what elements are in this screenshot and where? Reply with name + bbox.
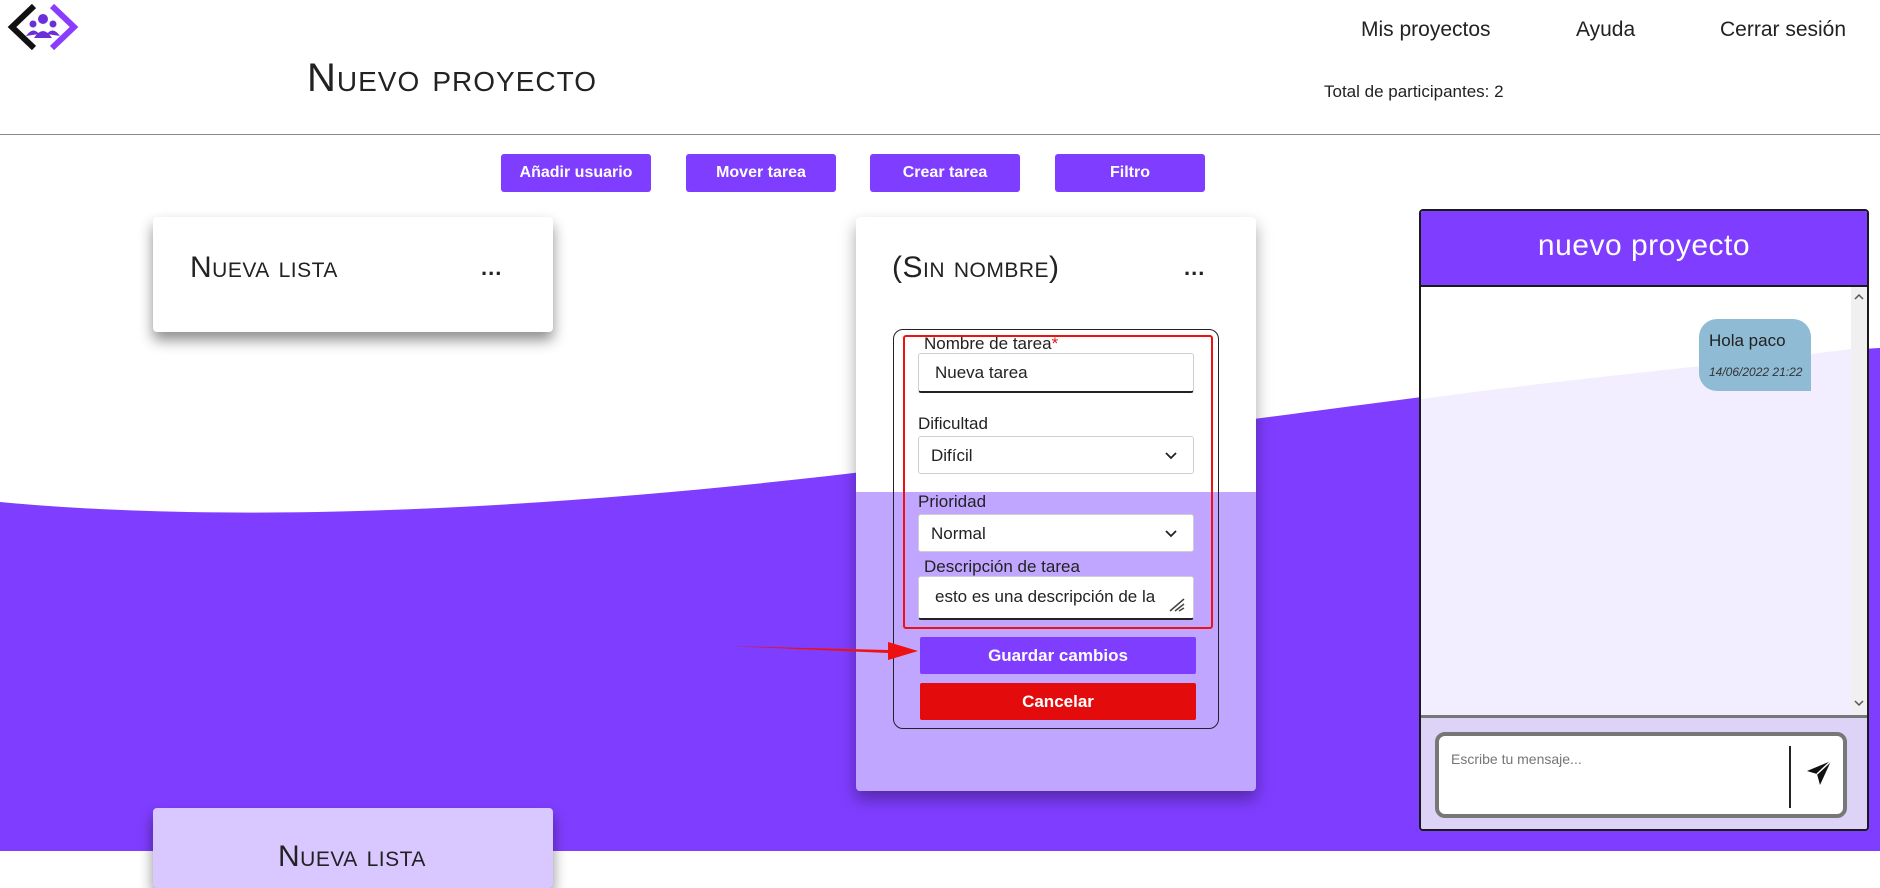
chat-message: Hola paco 14/06/2022 21:22 <box>1699 319 1811 391</box>
page-title: Nuevo proyecto <box>307 56 597 100</box>
nav-help[interactable]: Ayuda <box>1576 18 1635 42</box>
priority-value: Normal <box>931 524 986 543</box>
message-text: Hola paco <box>1709 331 1786 350</box>
cancel-button[interactable]: Cancelar <box>920 683 1196 720</box>
list-title: Nueva lista <box>278 840 426 873</box>
task-name-input[interactable] <box>918 353 1194 393</box>
create-task-button[interactable]: Crear tarea <box>870 154 1020 192</box>
header-divider <box>0 134 1880 135</box>
scroll-down-icon[interactable] <box>1853 697 1865 709</box>
logo-icon[interactable] <box>6 4 80 50</box>
chat-scrollbar[interactable] <box>1851 287 1867 715</box>
message-composer <box>1435 732 1847 818</box>
move-task-button[interactable]: Mover tarea <box>686 154 836 192</box>
chat-panel: nuevo proyecto Hola paco 14/06/2022 21:2… <box>1419 209 1869 831</box>
chat-title: nuevo proyecto <box>1537 229 1751 262</box>
ellipsis-icon[interactable]: ... <box>481 255 502 281</box>
scroll-up-icon[interactable] <box>1853 291 1865 303</box>
save-changes-button[interactable]: Guardar cambios <box>920 637 1196 674</box>
list-title: (Sin nombre) <box>892 251 1060 284</box>
difficulty-select[interactable]: Difícil <box>918 436 1194 474</box>
chat-messages: Hola paco 14/06/2022 21:22 <box>1421 287 1867 718</box>
resize-grip-icon[interactable] <box>1167 596 1185 612</box>
ellipsis-icon[interactable]: ... <box>1184 255 1205 281</box>
chevron-down-icon <box>1165 530 1177 538</box>
chat-header: nuevo proyecto <box>1421 211 1867 287</box>
nav-logout[interactable]: Cerrar sesión <box>1720 18 1846 42</box>
list-card: Nueva lista <box>153 808 553 888</box>
task-name-label: Nombre de tarea* <box>924 334 1059 353</box>
list-title: Nueva lista <box>190 251 338 284</box>
arrow-annotation-icon <box>728 642 918 660</box>
participants-count: Total de participantes: 2 <box>1324 82 1504 101</box>
list-card: Nueva lista ... <box>153 217 553 332</box>
priority-label: Prioridad <box>918 492 987 511</box>
add-user-button[interactable]: Añadir usuario <box>501 154 651 192</box>
chevron-down-icon <box>1165 452 1177 460</box>
priority-select[interactable]: Normal <box>918 514 1194 552</box>
composer-divider <box>1789 746 1791 808</box>
nav-my-projects[interactable]: Mis proyectos <box>1361 18 1491 42</box>
difficulty-label: Dificultad <box>918 414 988 433</box>
description-textarea[interactable]: esto es una descripción de la <box>918 576 1194 620</box>
description-value: esto es una descripción de la <box>935 587 1156 606</box>
description-label: Descripción de tarea <box>924 557 1080 576</box>
chat-footer <box>1421 718 1867 829</box>
send-icon[interactable] <box>1804 758 1834 788</box>
message-input[interactable] <box>1449 750 1783 768</box>
message-time: 14/06/2022 21:22 <box>1709 365 1803 379</box>
difficulty-value: Difícil <box>931 446 973 465</box>
filter-button[interactable]: Filtro <box>1055 154 1205 192</box>
